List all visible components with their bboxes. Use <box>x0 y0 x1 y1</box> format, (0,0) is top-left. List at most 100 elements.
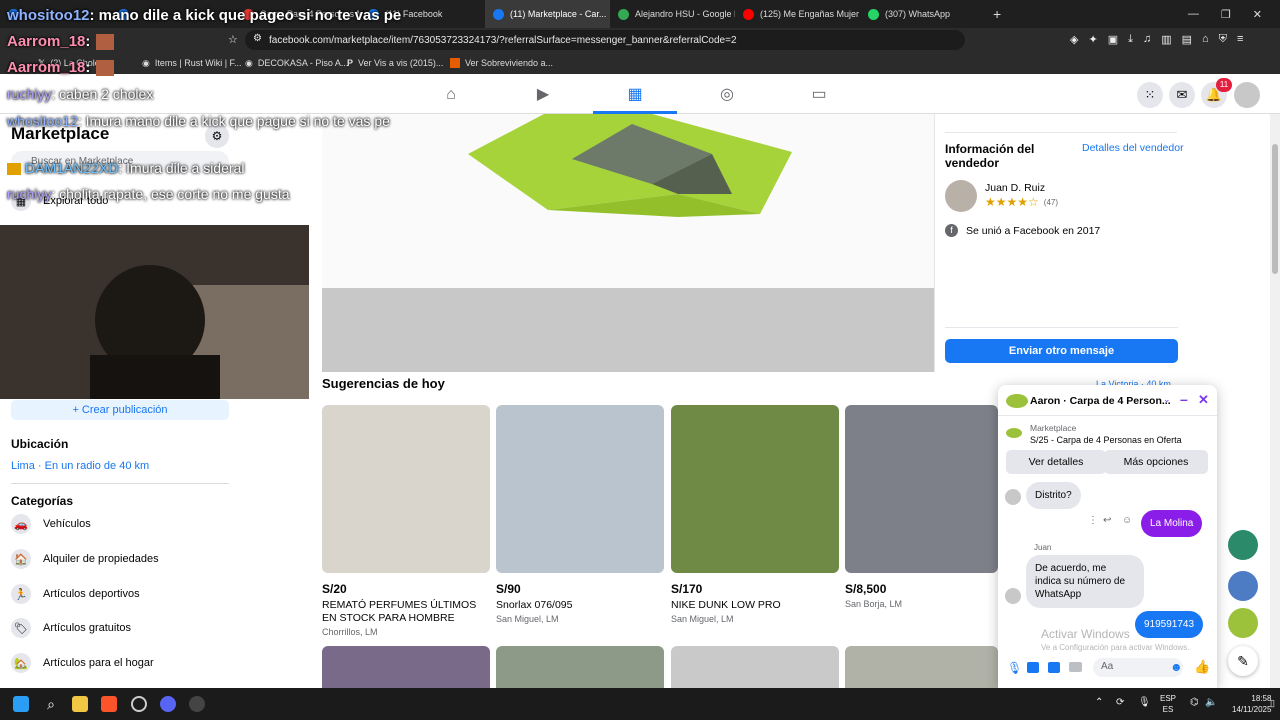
like-icon[interactable]: 👍 <box>1194 659 1210 675</box>
divider <box>11 483 229 484</box>
page-scrollbar[interactable] <box>1270 114 1280 688</box>
close-chat-icon[interactable]: ✕ <box>1198 392 1209 408</box>
more-icon[interactable]: ⋮ <box>1088 515 1098 526</box>
category-free[interactable]: 🏷 Artículos gratuitos <box>11 618 131 638</box>
network-icon[interactable]: ⌬ <box>1190 697 1199 708</box>
emoji-icon[interactable]: ☻ <box>1170 660 1183 674</box>
maps-icon <box>618 8 629 20</box>
contact-bubble[interactable] <box>1228 608 1258 638</box>
contact-bubble[interactable] <box>1228 530 1258 560</box>
scrollbar-thumb[interactable] <box>1272 144 1278 274</box>
contact-avatar <box>1005 489 1021 505</box>
facebook-icon <box>493 8 504 20</box>
microphone-icon[interactable]: 🎙 <box>1007 661 1022 675</box>
obs-icon[interactable] <box>189 696 205 712</box>
listing-photo[interactable] <box>496 646 664 688</box>
seller-name[interactable]: Juan D. Ruiz <box>985 182 1045 194</box>
app-icon[interactable] <box>131 696 147 712</box>
language-indicator[interactable]: ESP ES <box>1160 693 1176 715</box>
vpn-icon[interactable]: ⌂ <box>1202 33 1209 46</box>
send-message-button[interactable]: Enviar otro mensaje <box>945 339 1178 363</box>
seller-avatar[interactable] <box>945 180 977 212</box>
search-icon[interactable]: ⌕ <box>43 696 59 712</box>
photo-icon[interactable] <box>1027 662 1039 673</box>
category-vehicles[interactable]: 🚗 Vehículos <box>11 514 91 534</box>
listing-card[interactable]: S/90 Snorlax 076/095 San Miguel, LM <box>496 405 664 624</box>
bookmark-item[interactable]: ◉ Items | Rust Wiki | F... <box>142 58 242 69</box>
listing-photo <box>671 405 839 573</box>
menu-icon[interactable]: ≡ <box>1237 33 1243 46</box>
profile-avatar[interactable] <box>1234 82 1260 108</box>
video-icon[interactable]: ▶ <box>534 86 552 104</box>
new-tab-button[interactable]: + <box>985 0 1005 28</box>
windows-start-icon[interactable] <box>13 696 29 712</box>
tab-6[interactable]: Alejandro HSU - Google M... <box>610 0 735 28</box>
listing-card[interactable]: S/8,500 San Borja, LM <box>845 405 998 609</box>
extension-icon[interactable]: ◈ <box>1070 33 1078 46</box>
shield-icon[interactable]: ⛨ <box>1219 33 1227 46</box>
media-icon[interactable]: ♫ <box>1143 33 1151 46</box>
listing-photo[interactable] <box>845 646 998 688</box>
emoji-react-icon[interactable]: ☺ <box>1122 515 1132 526</box>
view-details-button[interactable]: Ver detalles <box>1006 450 1106 474</box>
facebook-icon: f <box>945 224 958 237</box>
restore-icon[interactable]: ❐ <box>1221 8 1231 21</box>
tray-mic-icon[interactable]: 🎙 <box>1138 697 1151 708</box>
minimize-chat-icon[interactable]: – <box>1180 391 1188 407</box>
marketplace-icon[interactable]: ▦ <box>626 86 644 104</box>
brave-browser-icon[interactable] <box>101 696 117 712</box>
category-rentals[interactable]: 🏠 Alquiler de propiedades <box>11 549 159 569</box>
tab-8[interactable]: (307) WhatsApp <box>860 0 985 28</box>
wallet2-icon[interactable]: ▤ <box>1182 33 1192 46</box>
bookmark-item[interactable]: ◉ DECOKASA - Piso A... <box>245 58 348 69</box>
sticker-icon[interactable] <box>1048 662 1060 673</box>
listing-photo[interactable] <box>322 646 490 688</box>
clock[interactable]: 18:58 14/11/2025 <box>1232 693 1271 715</box>
home-icon[interactable]: ⌂ <box>442 86 460 104</box>
bookmark-item[interactable]: Ver Sobreviviendo a... <box>450 58 553 68</box>
listing-card[interactable]: S/170 NIKE DUNK LOW PRO San Miguel, LM <box>671 405 839 624</box>
bookmark-item[interactable]: P Ver Vis a vis (2015)... <box>347 58 443 68</box>
contact-bubble[interactable] <box>1228 571 1258 601</box>
gaming-icon[interactable]: ▭ <box>810 86 828 104</box>
sport-icon: 🏃 <box>11 584 31 604</box>
sidebar-icon[interactable]: ▥ <box>1161 33 1171 46</box>
puzzle-icon[interactable]: ✦ <box>1088 33 1097 46</box>
volume-icon[interactable]: 🔈 <box>1205 697 1217 708</box>
listing-photo <box>322 114 934 288</box>
tab-active-marketplace[interactable]: (11) Marketplace - Car...✕ <box>485 0 610 28</box>
new-message-icon[interactable]: ✎ <box>1228 646 1258 676</box>
location-link[interactable]: Lima · En un radio de 40 km <box>11 460 149 472</box>
bookmark-star-icon[interactable]: ☆ <box>228 33 238 46</box>
tab-7[interactable]: (125) Me Engañas Mujer ... <box>735 0 860 28</box>
address-bar[interactable]: ⚙ facebook.com/marketplace/item/76305372… <box>245 30 965 50</box>
gif-icon[interactable] <box>1069 662 1082 672</box>
minimize-icon[interactable]: — <box>1188 8 1199 21</box>
create-listing-button[interactable]: + Crear publicación <box>11 400 229 420</box>
seller-heading: Información del vendedor <box>945 142 1035 170</box>
file-explorer-icon[interactable] <box>72 696 88 712</box>
seller-details-link[interactable]: Detalles del vendedor <box>1082 142 1184 154</box>
close-window-icon[interactable]: ✕ <box>1253 8 1262 21</box>
category-home[interactable]: 🏡 Artículos para el hogar <box>11 653 154 673</box>
tray-chevron-icon[interactable]: ⌃ <box>1095 697 1103 708</box>
download-icon[interactable]: ⤓ <box>1128 33 1133 46</box>
chevron-down-icon[interactable]: ⌄ <box>1163 394 1171 405</box>
listing-photo[interactable] <box>671 646 839 688</box>
category-sports[interactable]: 🏃 Artículos deportivos <box>11 584 140 604</box>
messenger-icon[interactable]: ✉ <box>1169 82 1195 108</box>
more-options-button[interactable]: Más opciones <box>1104 450 1208 474</box>
groups-icon[interactable]: ◎ <box>718 86 736 104</box>
listing-card[interactable]: S/20 REMATÓ PERFUMES ÚLTIMOS EN STOCK PA… <box>322 405 490 637</box>
site-info-icon[interactable]: ⚙ <box>253 33 262 44</box>
reply-icon[interactable]: ↩ <box>1103 515 1111 526</box>
star-rating-icon: ★★★★☆ <box>985 195 1039 209</box>
chat-title[interactable]: Aaron · Carpa de 4 Person... <box>1030 395 1171 407</box>
tray-icon[interactable]: ⟳ <box>1116 697 1124 708</box>
wallet-icon[interactable]: ▣ <box>1108 33 1118 46</box>
message-outgoing: La Molina <box>1141 510 1203 537</box>
discord-icon[interactable] <box>160 696 176 712</box>
menu-grid-icon[interactable]: ⁙ <box>1137 82 1163 108</box>
stream-chat-message: DAM1AN22XD: Imura dile a sideral <box>7 160 244 176</box>
notification-center-icon[interactable]: ▯ <box>1270 698 1275 709</box>
